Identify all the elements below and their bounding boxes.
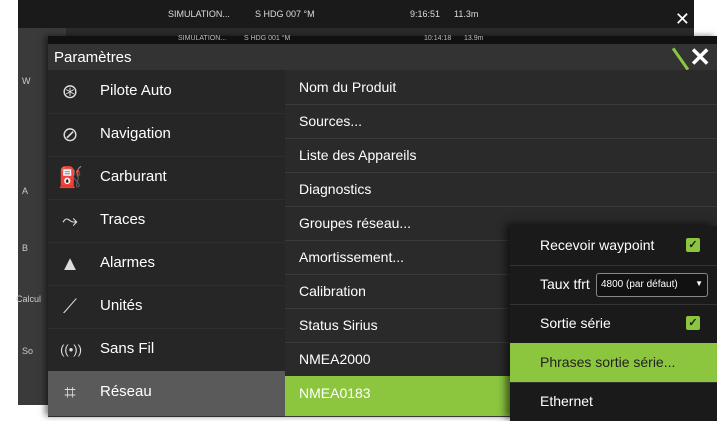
autopilot-wheel-icon: ⊛ xyxy=(61,81,79,103)
list-item-liste-appareils[interactable]: Liste des Appareils xyxy=(285,138,717,173)
settings-category-list: ⊛ Pilote Auto ⊘ Navigation ⛽ Carburant ⤳… xyxy=(48,70,285,417)
bg-side-label: Calcul xyxy=(16,294,42,304)
chevron-down-icon: ▼ xyxy=(695,279,703,288)
network-icon: ⌗ xyxy=(64,382,76,404)
option-label: Sortie série xyxy=(540,315,611,331)
compass-icon: ⊘ xyxy=(61,124,79,146)
category-reseau[interactable]: ⌗ Réseau xyxy=(48,371,285,417)
category-label: Sans Fil xyxy=(100,340,155,357)
list-item-nom-du-produit[interactable]: Nom du Produit xyxy=(285,70,717,105)
accent-slash xyxy=(671,47,690,71)
bg-status-sim: SIMULATION... xyxy=(168,9,230,19)
bg-side-label: So xyxy=(22,346,34,356)
option-label: Phrases sortie série... xyxy=(540,354,676,370)
ruler-icon: ⟋ xyxy=(63,296,77,318)
baud-rate-value: 4800 (par défaut) xyxy=(601,279,678,290)
category-label: Navigation xyxy=(100,125,171,142)
bg-side-label: B xyxy=(22,243,29,253)
bg-side-label: W xyxy=(22,76,31,86)
window-status-strip: SIMULATION... S HDG 001 °M 10:14:18 13.9… xyxy=(48,35,717,44)
category-label: Traces xyxy=(100,211,146,228)
list-item-label: Status Sirius xyxy=(299,317,378,333)
strip-time: 10:14:18 xyxy=(424,35,452,42)
category-label: Alarmes xyxy=(100,254,156,271)
option-label: Ethernet xyxy=(540,393,593,409)
background-status-bar: SIMULATION... S HDG 007 °M 9:16:51 11.3m… xyxy=(18,0,694,29)
category-unites[interactable]: ⟋ Unités xyxy=(48,285,285,329)
category-navigation[interactable]: ⊘ Navigation xyxy=(48,113,285,157)
close-button[interactable]: ✕ xyxy=(671,42,717,72)
list-item-label: Calibration xyxy=(299,283,366,299)
list-item-label: Groupes réseau... xyxy=(299,215,412,231)
strip-depth: 13.9m xyxy=(464,35,484,42)
strip-hdg: S HDG 001 °M xyxy=(244,35,291,42)
list-item-label: NMEA2000 xyxy=(299,351,371,367)
category-alarmes[interactable]: ▲ Alarmes xyxy=(48,242,285,286)
category-carburant[interactable]: ⛽ Carburant xyxy=(48,156,285,200)
option-sortie-serie[interactable]: Sortie série ✓ xyxy=(510,304,717,344)
category-label: Unités xyxy=(100,297,143,314)
screen: SIMULATION... S HDG 007 °M 9:16:51 11.3m… xyxy=(0,0,717,421)
option-phrases-sortie-serie[interactable]: Phrases sortie série... xyxy=(510,343,717,383)
list-item-diagnostics[interactable]: Diagnostics xyxy=(285,172,717,207)
option-taux-tfrt: Taux tfrt 4800 (par défaut) ▼ xyxy=(510,265,717,305)
option-ethernet[interactable]: Ethernet xyxy=(510,382,717,421)
trail-icon: ⤳ xyxy=(62,210,78,232)
list-item-label: NMEA0183 xyxy=(299,385,371,401)
sortie-serie-checkbox[interactable]: ✓ xyxy=(686,316,700,330)
bg-status-hdg: S HDG 007 °M xyxy=(255,9,315,19)
wireless-icon: ((•)) xyxy=(60,342,82,357)
fuel-pump-icon: ⛽ xyxy=(58,167,83,189)
bell-icon: ▲ xyxy=(60,253,80,275)
option-recevoir-waypoint[interactable]: Recevoir waypoint ✓ xyxy=(510,226,717,266)
bg-side-label: A xyxy=(22,186,29,196)
category-label: Carburant xyxy=(100,168,167,185)
recevoir-waypoint-checkbox[interactable]: ✓ xyxy=(686,238,700,252)
list-item-label: Amortissement... xyxy=(299,249,405,265)
window-header: Paramètres ✕ xyxy=(48,42,717,72)
nmea0183-options-popup: Recevoir waypoint ✓ Taux tfrt 4800 (par … xyxy=(510,226,717,421)
option-label: Recevoir waypoint xyxy=(540,237,655,253)
list-item-label: Nom du Produit xyxy=(299,79,397,95)
baud-rate-select[interactable]: 4800 (par défaut) ▼ xyxy=(596,273,708,297)
page-title: Paramètres xyxy=(54,49,132,66)
bg-status-depth: 11.3m xyxy=(454,9,479,19)
list-item-label: Sources... xyxy=(299,113,363,129)
category-pilote-auto[interactable]: ⊛ Pilote Auto xyxy=(48,70,285,114)
bg-close-icon: ✕ xyxy=(674,9,690,29)
list-item-label: Liste des Appareils xyxy=(299,147,417,163)
category-label: Réseau xyxy=(100,383,152,400)
strip-sim: SIMULATION... xyxy=(178,35,227,42)
category-traces[interactable]: ⤳ Traces xyxy=(48,199,285,243)
close-icon: ✕ xyxy=(689,42,711,72)
list-item-sources[interactable]: Sources... xyxy=(285,104,717,139)
option-label: Taux tfrt xyxy=(540,276,590,292)
list-item-label: Diagnostics xyxy=(299,181,372,197)
category-label: Pilote Auto xyxy=(100,82,172,99)
category-sans-fil[interactable]: ((•)) Sans Fil xyxy=(48,328,285,372)
bg-status-time: 9:16:51 xyxy=(410,9,441,19)
